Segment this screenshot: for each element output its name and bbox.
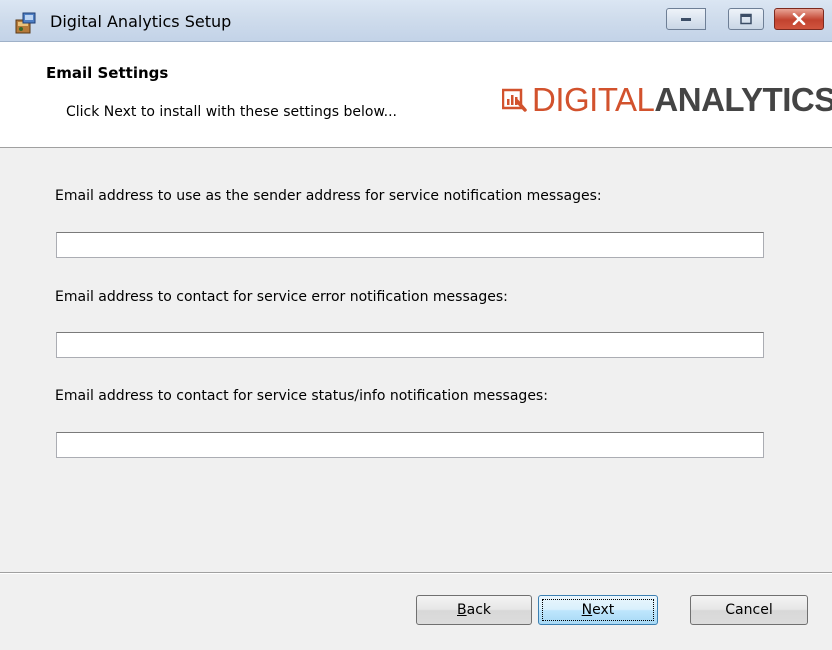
close-button[interactable] xyxy=(774,8,824,30)
status-contact-input[interactable] xyxy=(56,432,764,458)
back-button-label: Back xyxy=(457,602,491,618)
installer-icon xyxy=(14,11,38,35)
page-title: Email Settings xyxy=(46,64,169,82)
minimize-button[interactable] xyxy=(666,8,706,30)
logo-mark-icon xyxy=(502,88,527,112)
sender-address-label: Email address to use as the sender addre… xyxy=(55,188,602,204)
maximize-icon xyxy=(740,13,752,25)
digital-analytics-logo: DIGITAL ANALYTICS . xyxy=(502,81,832,118)
title-bar[interactable]: Digital Analytics Setup xyxy=(0,0,832,42)
cancel-button[interactable]: Cancel xyxy=(690,595,808,625)
wizard-header: Email Settings Click Next to install wit… xyxy=(0,42,832,148)
logo-text-light: DIGITAL xyxy=(532,81,655,118)
status-contact-label: Email address to contact for service sta… xyxy=(55,388,548,404)
next-button[interactable]: Next xyxy=(538,595,658,625)
page-subtitle: Click Next to install with these setting… xyxy=(66,104,397,120)
sender-address-input[interactable] xyxy=(56,232,764,258)
error-contact-input[interactable] xyxy=(56,332,764,358)
logo-text-bold: ANALYTICS xyxy=(654,81,832,118)
back-button[interactable]: Back xyxy=(416,595,532,625)
close-icon xyxy=(792,13,806,25)
footer-divider xyxy=(0,572,832,574)
maximize-button[interactable] xyxy=(728,8,764,30)
cancel-button-label: Cancel xyxy=(725,602,773,618)
error-contact-label: Email address to contact for service err… xyxy=(55,289,508,305)
minimize-icon xyxy=(681,18,691,21)
window-title: Digital Analytics Setup xyxy=(50,12,232,31)
next-button-label: Next xyxy=(581,602,615,618)
